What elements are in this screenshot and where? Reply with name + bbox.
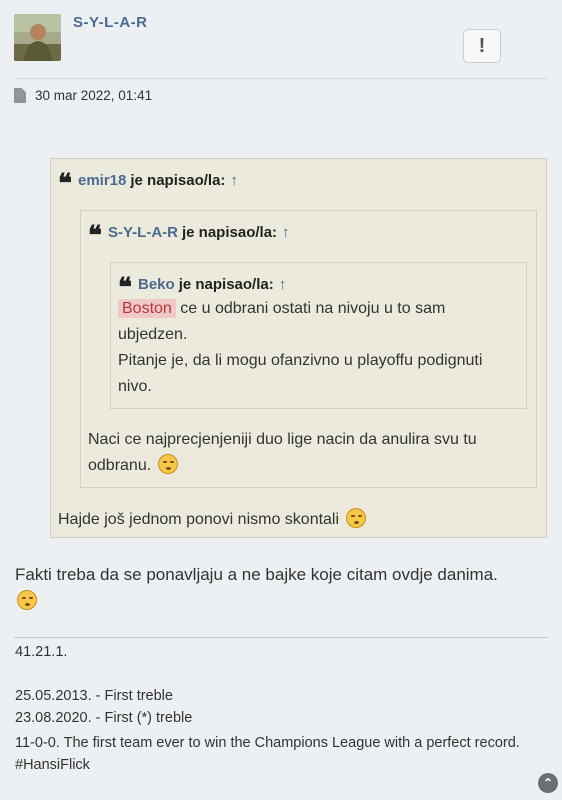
divider bbox=[14, 78, 548, 79]
quote-inner-text-2: Pitanje je, da li mogu ofanzivno u playo… bbox=[118, 352, 483, 395]
chevron-up-icon[interactable]: ⌃ bbox=[538, 773, 558, 793]
post-date: 30 mar 2022, 01:41 bbox=[14, 88, 152, 103]
quote-inner-text: Boston ce u odbrani ostati na nivoju u t… bbox=[118, 296, 498, 400]
quote-user-link[interactable]: Beko bbox=[138, 276, 175, 293]
post-body-text: Fakti treba da se ponavljaju a ne bajke … bbox=[15, 565, 498, 584]
quote-outer-text: Hajde još jednom ponovi nismo skontali bbox=[58, 507, 538, 533]
quote-outer-text-content: Hajde još jednom ponovi nismo skontali bbox=[58, 511, 340, 528]
quote-cite-middle: ❝ S-Y-L-A-R je napisao/la: ↑ bbox=[88, 219, 290, 249]
quote-user-link[interactable]: emir18 bbox=[78, 172, 126, 189]
quote-jump-link[interactable]: ↑ bbox=[230, 172, 238, 189]
quote-said-label: je napisao/la: bbox=[130, 171, 226, 189]
post-body: Fakti treba da se ponavljaju a ne bajke … bbox=[15, 562, 550, 614]
quote-jump-link[interactable]: ↑ bbox=[282, 224, 290, 241]
file-icon bbox=[14, 88, 26, 103]
report-button[interactable]: ! bbox=[463, 29, 501, 63]
quote-middle-text: Naci ce najprecjenjeniji duo lige nacin … bbox=[88, 427, 528, 479]
quote-user-link[interactable]: S-Y-L-A-R bbox=[108, 224, 178, 241]
post-date-text: 30 mar 2022, 01:41 bbox=[35, 88, 153, 103]
face-emoji-icon bbox=[345, 508, 366, 528]
quote-jump-link[interactable]: ↑ bbox=[279, 276, 287, 293]
quote-said-label: je napisao/la: bbox=[178, 275, 274, 293]
quote-said-label: je napisao/la: bbox=[182, 223, 278, 241]
quote-middle-text-content: Naci ce najprecjenjeniji duo lige nacin … bbox=[88, 431, 477, 474]
avatar[interactable] bbox=[14, 14, 61, 61]
quote-icon: ❝ bbox=[58, 169, 72, 199]
post-author[interactable]: S-Y-L-A-R bbox=[73, 14, 148, 31]
signature-line: 23.08.2020. - First (*) treble bbox=[15, 710, 193, 726]
highlighted-word: Boston bbox=[118, 299, 176, 318]
quote-cite-inner: ❝ Beko je napisao/la: ↑ bbox=[118, 271, 287, 301]
signature-line: 11-0-0. The first team ever to win the C… bbox=[15, 735, 520, 773]
face-emoji-icon bbox=[17, 590, 37, 610]
signature-line: 41.21.1. bbox=[15, 644, 68, 660]
face-emoji-icon bbox=[157, 454, 178, 474]
quote-icon: ❝ bbox=[88, 221, 102, 251]
signature-divider bbox=[14, 637, 548, 638]
signature-line: 25.05.2013. - First treble bbox=[15, 688, 173, 704]
quote-cite-outer: ❝ emir18 je napisao/la: ↑ bbox=[58, 167, 238, 197]
